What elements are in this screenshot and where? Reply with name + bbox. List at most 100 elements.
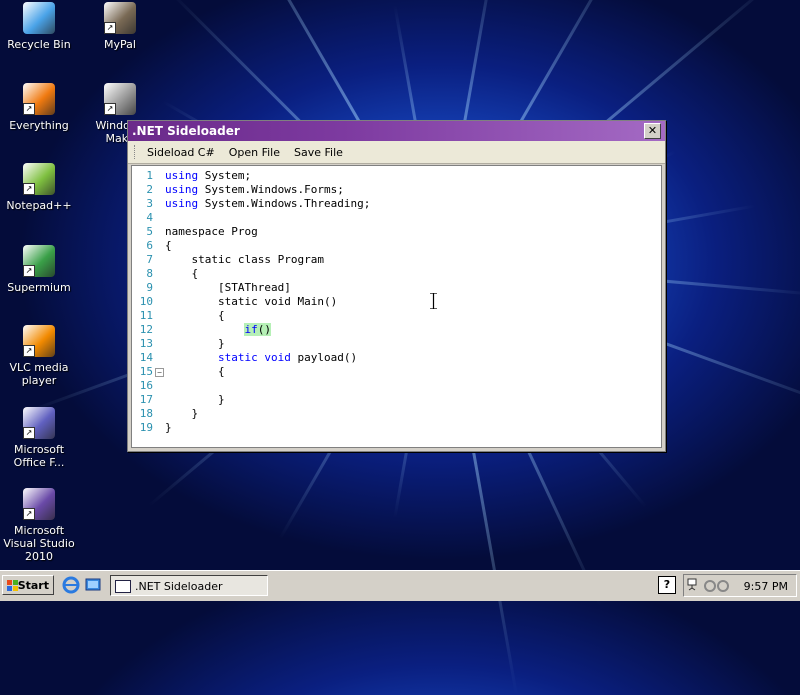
start-label: Start: [17, 579, 49, 592]
window-title: .NET Sideloader: [132, 124, 240, 138]
desktop-icon-supermium[interactable]: ↗ Supermium: [2, 245, 76, 294]
line-number: 5: [146, 225, 153, 238]
traffic-cone-icon: ↗: [23, 325, 55, 357]
desktop-icon-microsoft-visual-studio-2010[interactable]: ↗ Microsoft Visual Studio 2010: [2, 488, 76, 563]
toolbar-grip[interactable]: [134, 145, 138, 159]
code-text: {: [165, 365, 225, 379]
magnifier-icon: ↗: [23, 83, 55, 115]
browser-icon: ↗: [23, 245, 55, 277]
internet-explorer-icon[interactable]: [62, 576, 80, 594]
menu-sideload-csharp[interactable]: Sideload C#: [140, 146, 222, 159]
network-icon[interactable]: [687, 578, 697, 594]
code-text: static class Program: [165, 253, 324, 267]
code-text: static void Main(): [165, 295, 337, 309]
code-line: 13 }: [132, 337, 370, 351]
menu-open-file[interactable]: Open File: [222, 146, 287, 159]
line-number: 15: [139, 365, 153, 378]
desktop-icon-microsoft-office-f[interactable]: ↗ Microsoft Office F...: [2, 407, 76, 469]
sideloader-window: .NET Sideloader ✕ Sideload C# Open File …: [127, 120, 666, 452]
menu-save-file[interactable]: Save File: [287, 146, 350, 159]
code-line: 1 using System;: [132, 169, 370, 183]
line-number: 1: [146, 169, 153, 182]
code-rest: System.Windows.Threading;: [198, 197, 371, 210]
code-text: if(): [165, 323, 271, 337]
taskbar-button-sideloader[interactable]: .NET Sideloader: [110, 575, 268, 596]
code-line: 7 static class Program: [132, 253, 370, 267]
clock[interactable]: 9:57 PM: [744, 580, 788, 593]
line-number: 18: [139, 407, 153, 420]
line-number: 19: [139, 421, 153, 434]
line-number: 6: [146, 239, 153, 252]
code-line: 12 if(): [132, 323, 370, 337]
line-number: 7: [146, 253, 153, 266]
code-text: using System.Windows.Threading;: [165, 197, 370, 211]
code-rest: }: [217, 337, 225, 350]
code-keyword: using: [165, 183, 199, 196]
code-rest: System.Windows.Forms;: [198, 183, 344, 196]
desktop-icon-mypal[interactable]: ↗ MyPal: [83, 2, 157, 51]
code-line: 15 { −: [132, 365, 370, 379]
window-titlebar[interactable]: .NET Sideloader ✕: [128, 121, 665, 141]
code-keyword: static void: [217, 351, 291, 364]
line-number: 12: [139, 323, 153, 336]
desktop-icon-label: MyPal: [104, 38, 136, 51]
code-rest: }: [165, 421, 172, 434]
code-rest: static class Program: [191, 253, 324, 266]
desktop-icon-vlc-media-player[interactable]: ↗ VLC media player: [2, 325, 76, 387]
shortcut-arrow-icon: ↗: [104, 103, 116, 115]
desktop-icon-label: VLC media player: [9, 361, 69, 387]
line-number: 2: [146, 183, 153, 196]
code-text: {: [165, 309, 225, 323]
desktop-icon-label: Everything: [9, 119, 69, 132]
code-text: {: [165, 267, 199, 281]
desktop-icon-notepad[interactable]: ↗ Notepad++: [2, 163, 76, 212]
code-line: 16: [132, 379, 370, 393]
line-number: 11: [139, 309, 153, 322]
line-number: 9: [146, 281, 153, 294]
taskbar-button-label: .NET Sideloader: [135, 580, 223, 593]
code-text: static void payload(): [165, 351, 357, 365]
text-cursor-icon: [430, 293, 437, 309]
fold-toggle-icon[interactable]: −: [155, 368, 164, 377]
code-rest: static void Main(): [217, 295, 338, 308]
code-line: 17 }: [132, 393, 370, 407]
start-button[interactable]: Start: [2, 575, 54, 595]
code-line: 10 static void Main(): [132, 295, 370, 309]
desktop-icon-everything[interactable]: ↗ Everything: [2, 83, 76, 132]
code-rest: }: [191, 407, 199, 420]
code-text: }: [165, 421, 172, 435]
code-rest: {: [217, 365, 225, 378]
close-button[interactable]: ✕: [644, 123, 661, 139]
code-line: 9 [STAThread]: [132, 281, 370, 295]
code-editor[interactable]: 1 using System; 2 using System.Windows.Form…: [131, 165, 662, 448]
code-line: 8 {: [132, 267, 370, 281]
raccoon-icon: ↗: [104, 2, 136, 34]
code-keyword: if: [244, 323, 258, 336]
code-rest: payload(): [290, 351, 358, 364]
help-icon[interactable]: ?: [658, 576, 676, 594]
desktop-icon-recycle-bin[interactable]: Recycle Bin: [2, 2, 76, 51]
desktop-icon-label: Supermium: [7, 281, 71, 294]
shortcut-arrow-icon: ↗: [23, 103, 35, 115]
code-rest: [STAThread]: [217, 281, 291, 294]
shortcut-arrow-icon: ↗: [104, 22, 116, 34]
code-line: 11 {: [132, 309, 370, 323]
show-desktop-icon[interactable]: [84, 576, 102, 594]
code-keyword: using: [165, 197, 199, 210]
sync-icon[interactable]: [702, 579, 732, 593]
code-line: 2 using System.Windows.Forms;: [132, 183, 370, 197]
windows-logo-icon: [7, 580, 18, 591]
code-text: [STAThread]: [165, 281, 291, 295]
line-number: 17: [139, 393, 153, 406]
code-line: 3 using System.Windows.Threading;: [132, 197, 370, 211]
film-reel-icon: ↗: [104, 83, 136, 115]
code-line: 4: [132, 211, 370, 225]
line-number: 3: [146, 197, 153, 210]
